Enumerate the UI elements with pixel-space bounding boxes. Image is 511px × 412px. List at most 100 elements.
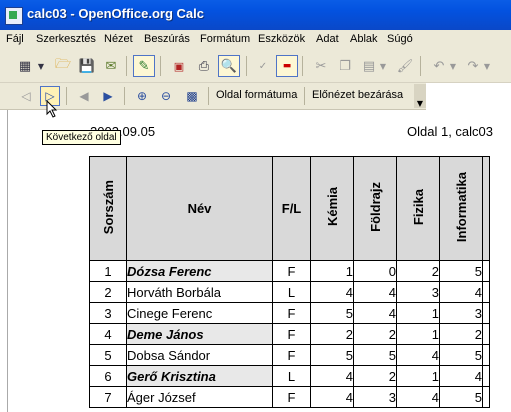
mouse-pointer-icon	[46, 100, 58, 118]
toolbar-separator	[302, 56, 303, 76]
fizika-grade-cell: 3	[396, 281, 440, 303]
previous-page-icon[interactable]: ◁	[16, 86, 36, 106]
first-page-icon[interactable]: ◀	[74, 86, 94, 106]
page-left-edge	[0, 110, 8, 412]
row-number-cell: 7	[89, 386, 127, 408]
foldrajz-grade-cell: 2	[353, 323, 397, 345]
header-fizika: Fizika	[396, 156, 440, 261]
cut-icon[interactable]: ✂	[310, 55, 332, 77]
cut-column-cell	[482, 344, 490, 366]
export-pdf-icon[interactable]: ▣	[168, 55, 190, 77]
menu-view[interactable]: Nézet	[104, 33, 133, 45]
copy-icon[interactable]: ❐	[334, 55, 356, 77]
table-row: 4 Deme János F 2 2 1 2	[89, 323, 490, 345]
menu-tools[interactable]: Eszközök	[258, 33, 305, 45]
new-document-icon[interactable]: ▦	[14, 55, 36, 77]
toolbar-overflow-chevron-icon[interactable]: ▼	[414, 84, 426, 108]
full-screen-icon[interactable]: ▩	[182, 86, 202, 106]
toolbar-separator	[160, 56, 161, 76]
header-kemia: Kémia	[310, 156, 354, 261]
spreadsheet-table: Sorszám Név F/L Kémia Földrajz Fizika In…	[89, 156, 490, 408]
menu-help[interactable]: Súgó	[387, 33, 413, 45]
informatika-grade-cell: 2	[439, 323, 483, 345]
row-number-cell: 6	[89, 365, 127, 387]
foldrajz-grade-cell: 4	[353, 302, 397, 324]
paste-icon[interactable]: ▤	[358, 55, 380, 77]
zoom-in-icon[interactable]: ⊕	[132, 86, 152, 106]
gender-cell: F	[272, 323, 311, 345]
last-page-icon[interactable]: ▶	[98, 86, 118, 106]
page-preview-icon[interactable]: 🔍	[218, 55, 240, 77]
name-cell: Cinege Ferenc	[126, 302, 273, 324]
standard-toolbar: ▦ ▼ 🗁 💾 ✉ ✎ ▣ ⎙ 🔍 ✓ ▬ ✂ ❐ ▤ ▼ 🖌 ↶ ▼ ↷ ▼	[0, 50, 511, 83]
foldrajz-grade-cell: 0	[353, 260, 397, 282]
save-icon[interactable]: 💾	[76, 55, 98, 77]
new-dropdown-chevron-icon[interactable]: ▼	[36, 55, 46, 77]
calc-app-icon	[5, 7, 23, 25]
name-cell: Deme János	[126, 323, 273, 345]
row-number-cell: 2	[89, 281, 127, 303]
toolbar-separator	[124, 87, 125, 105]
toolbar-separator	[246, 56, 247, 76]
informatika-grade-cell: 5	[439, 386, 483, 408]
title-bar: calc03 - OpenOffice.org Calc	[0, 0, 511, 30]
zoom-out-icon[interactable]: ⊖	[156, 86, 176, 106]
informatika-grade-cell: 5	[439, 344, 483, 366]
redo-dropdown-chevron-icon[interactable]: ▼	[482, 55, 492, 77]
open-folder-icon[interactable]: 🗁	[52, 55, 74, 77]
table-row: 5 Dobsa Sándor F 5 5 4 5	[89, 344, 490, 366]
menu-window[interactable]: Ablak	[350, 33, 378, 45]
undo-dropdown-chevron-icon[interactable]: ▼	[448, 55, 458, 77]
email-icon[interactable]: ✉	[100, 55, 122, 77]
menu-data[interactable]: Adat	[316, 33, 339, 45]
fizika-grade-cell: 1	[396, 302, 440, 324]
fizika-grade-cell: 1	[396, 323, 440, 345]
table-row: 3 Cinege Ferenc F 5 4 1 3	[89, 302, 490, 324]
undo-icon[interactable]: ↶	[428, 55, 450, 77]
toolbar-separator	[420, 56, 421, 76]
kemia-grade-cell: 2	[310, 323, 354, 345]
header-foldrajz: Földrajz	[353, 156, 397, 261]
foldrajz-grade-cell: 3	[353, 386, 397, 408]
cut-column-cell	[482, 302, 490, 324]
kemia-grade-cell: 5	[310, 302, 354, 324]
page-header-info: Oldal 1, calc03	[407, 124, 493, 139]
menu-edit[interactable]: Szerkesztés	[36, 33, 96, 45]
row-number-cell: 3	[89, 302, 127, 324]
menu-insert[interactable]: Beszúrás	[144, 33, 190, 45]
close-preview-button[interactable]: Előnézet bezárása	[312, 89, 403, 101]
paste-dropdown-chevron-icon[interactable]: ▼	[378, 55, 388, 77]
toolbar-separator	[66, 87, 67, 105]
spellcheck-icon[interactable]: ✓	[252, 55, 274, 77]
edit-file-icon[interactable]: ✎	[133, 55, 155, 77]
table-row: 1 Dózsa Ferenc F 1 0 2 5	[89, 260, 490, 282]
name-cell: Dózsa Ferenc	[126, 260, 273, 282]
autospellcheck-icon[interactable]: ▬	[276, 55, 298, 77]
fizika-grade-cell: 1	[396, 365, 440, 387]
header-nev: Név	[126, 156, 273, 261]
cut-column-cell	[482, 323, 490, 345]
header-sorszam: Sorszám	[89, 156, 127, 261]
name-cell: Horváth Borbála	[126, 281, 273, 303]
print-icon[interactable]: ⎙	[193, 55, 215, 77]
format-paintbrush-icon[interactable]: 🖌	[394, 55, 416, 77]
toolbar-separator	[208, 87, 209, 105]
page-format-button[interactable]: Oldal formátuma	[216, 89, 297, 101]
window-title: calc03 - OpenOffice.org Calc	[27, 6, 205, 21]
foldrajz-grade-cell: 5	[353, 344, 397, 366]
informatika-grade-cell: 4	[439, 365, 483, 387]
kemia-grade-cell: 4	[310, 386, 354, 408]
menu-bar: Fájl Szerkesztés Nézet Beszúrás Formátum…	[0, 30, 511, 50]
foldrajz-grade-cell: 4	[353, 281, 397, 303]
redo-icon[interactable]: ↷	[462, 55, 484, 77]
table-row: 2 Horváth Borbála L 4 4 3 4	[89, 281, 490, 303]
menu-format[interactable]: Formátum	[200, 33, 250, 45]
toolbar-separator	[126, 56, 127, 76]
name-cell: Gerő Krisztina	[126, 365, 273, 387]
fizika-grade-cell: 2	[396, 260, 440, 282]
kemia-grade-cell: 4	[310, 281, 354, 303]
menu-file[interactable]: Fájl	[6, 33, 24, 45]
header-fl: F/L	[272, 156, 311, 261]
gender-cell: L	[272, 281, 311, 303]
informatika-grade-cell: 3	[439, 302, 483, 324]
